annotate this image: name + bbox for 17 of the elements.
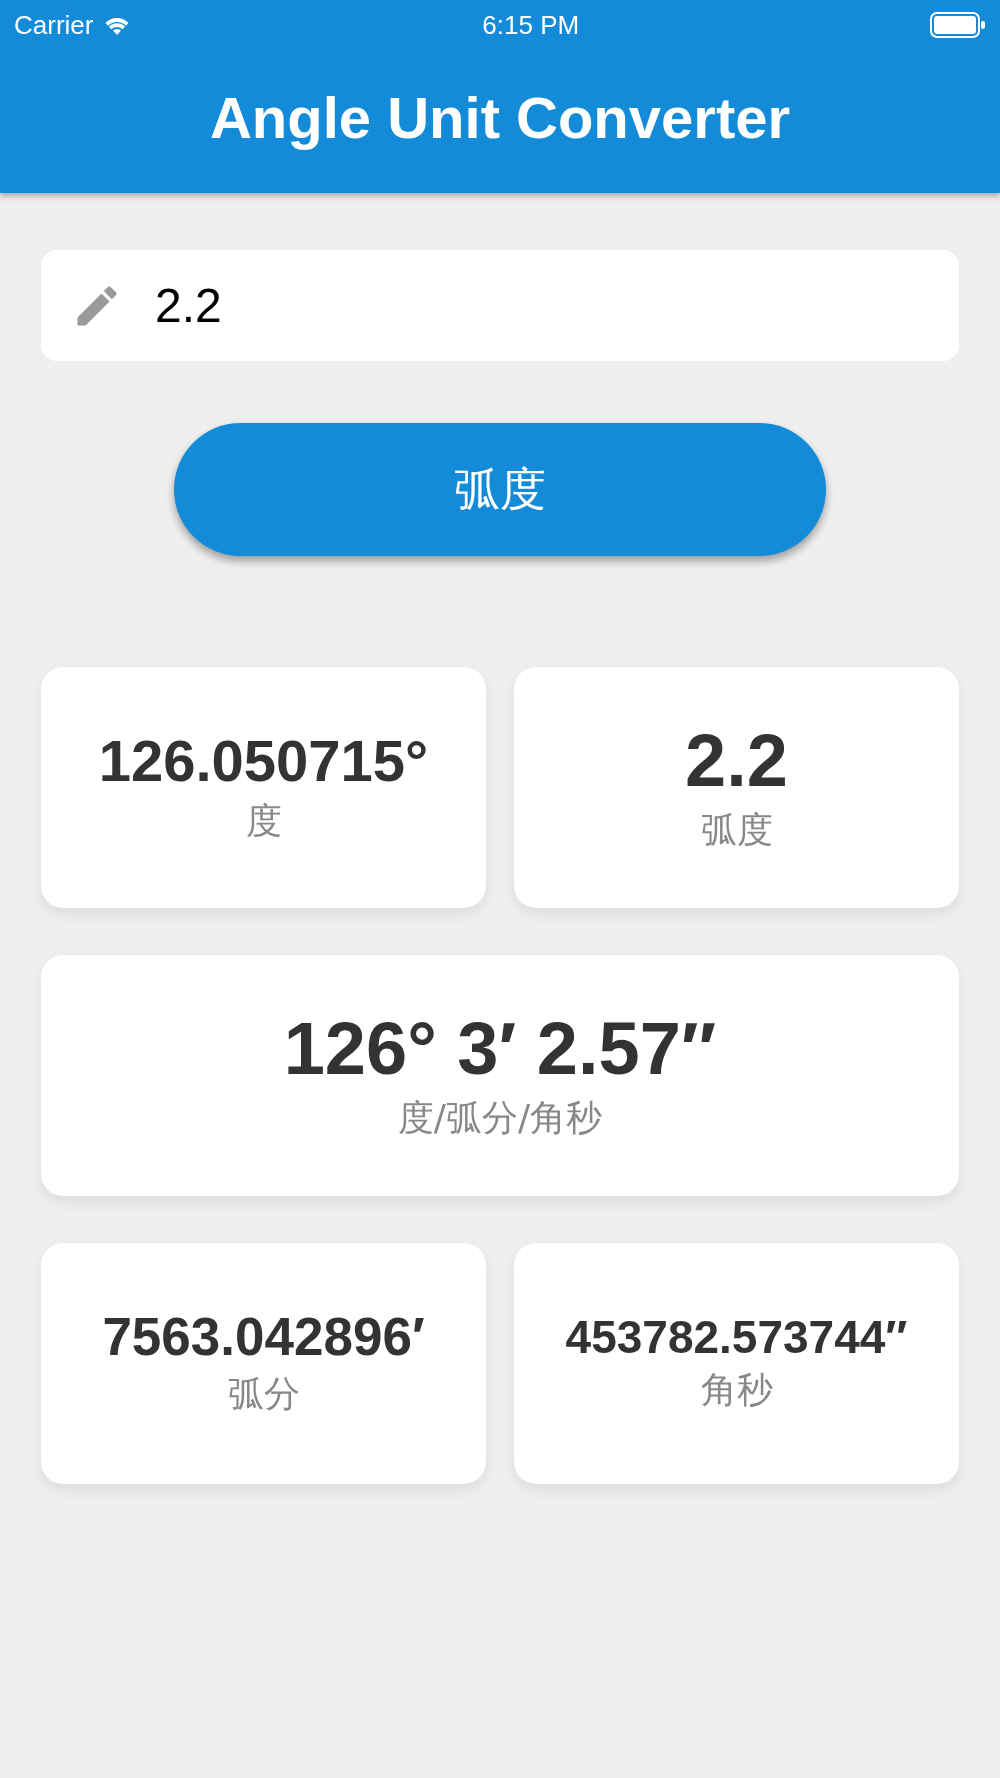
result-value: 453782.573744″ xyxy=(565,1311,908,1363)
result-value: 126.050715° xyxy=(98,729,429,793)
unit-label: 弧分 xyxy=(227,1372,300,1417)
unit-label: 角秒 xyxy=(700,1368,773,1413)
unit-label: 度/弧分/角秒 xyxy=(397,1095,603,1140)
input-field[interactable]: 2.2 xyxy=(41,250,959,361)
carrier-label: Carrier xyxy=(14,9,94,41)
unit-button[interactable]: 弧度 xyxy=(174,423,826,556)
unit-label: 度 xyxy=(245,798,282,843)
result-value: 126° 3′ 2.57″ xyxy=(283,1008,717,1090)
unit-label: 弧度 xyxy=(700,807,773,852)
result-value: 2.2 xyxy=(685,720,788,802)
app-title: Angle Unit Converter xyxy=(208,84,792,152)
battery-icon xyxy=(930,12,986,38)
result-value: 7563.042896′ xyxy=(102,1307,425,1367)
clock-time: 6:15 PM xyxy=(482,9,580,41)
value-input[interactable]: 2.2 xyxy=(153,277,929,334)
